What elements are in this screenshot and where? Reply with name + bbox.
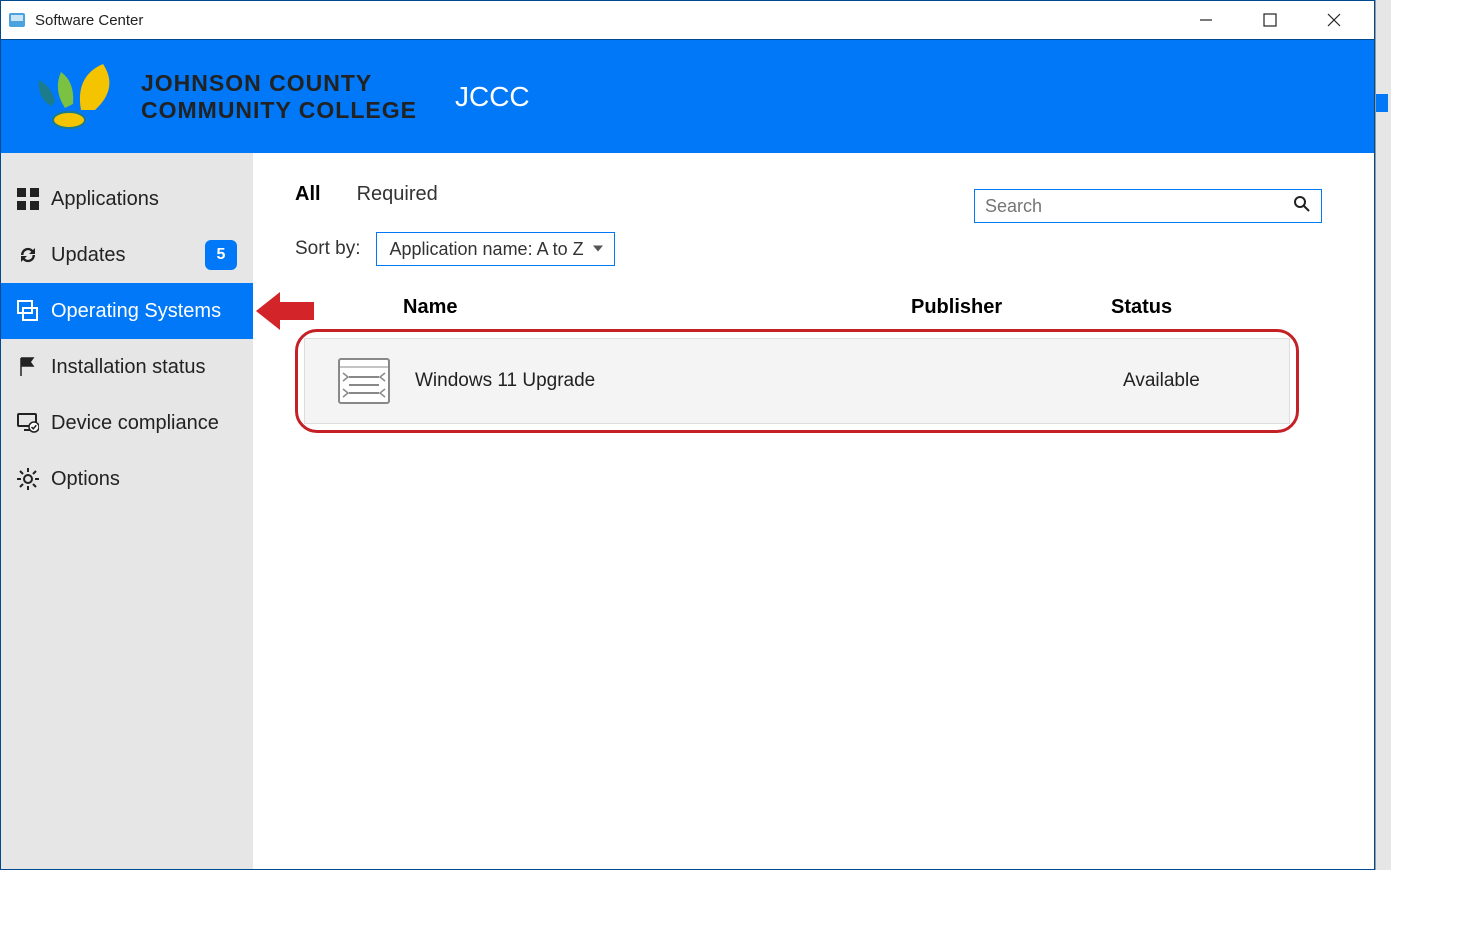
column-name: Name — [403, 296, 911, 319]
os-stack-icon — [17, 300, 39, 322]
column-publisher: Publisher — [911, 296, 1111, 319]
row-status: Available — [1123, 370, 1263, 392]
gear-icon — [17, 468, 39, 490]
sidebar-item-options[interactable]: Options — [1, 451, 253, 507]
logo-text-main: JOHNSON COUNTY — [141, 70, 417, 97]
title-bar: Software Center — [1, 1, 1374, 40]
list-headers: Name Publisher Status — [295, 296, 1332, 329]
sort-dropdown[interactable]: Application name: A to Z — [376, 232, 614, 266]
column-status: Status — [1111, 296, 1231, 319]
minimize-button[interactable] — [1174, 1, 1238, 39]
flag-icon — [17, 356, 39, 378]
updates-badge: 5 — [205, 240, 237, 270]
sort-row: Sort by: Application name: A to Z — [295, 232, 1332, 266]
sidebar-item-device-compliance[interactable]: Device compliance — [1, 395, 253, 451]
task-sequence-icon — [335, 357, 393, 405]
tab-required[interactable]: Required — [357, 183, 438, 206]
search-icon — [1293, 195, 1311, 218]
sidebar-item-label: Operating Systems — [51, 300, 221, 323]
row-name: Windows 11 Upgrade — [415, 370, 923, 392]
window-title: Software Center — [35, 12, 1174, 29]
sidebar-item-updates[interactable]: Updates 5 — [1, 227, 253, 283]
banner: JOHNSON COUNTY COMMUNITY COLLEGE JCCC — [1, 40, 1374, 153]
chevron-down-icon — [592, 239, 604, 260]
sidebar-item-label: Installation status — [51, 356, 206, 379]
sidebar-item-label: Device compliance — [51, 412, 219, 435]
sort-dropdown-value: Application name: A to Z — [389, 239, 583, 260]
tab-all[interactable]: All — [295, 183, 321, 206]
list-row[interactable]: Windows 11 Upgrade Available — [304, 338, 1290, 424]
background-window-edge — [1375, 0, 1391, 870]
org-logo: JOHNSON COUNTY COMMUNITY COLLEGE — [31, 58, 417, 136]
main-content: All Required Sort by: Application name: … — [253, 153, 1374, 869]
background-window-sliver — [1376, 94, 1388, 112]
red-arrow-annotation — [256, 290, 314, 332]
search-box[interactable] — [974, 189, 1322, 223]
search-input[interactable] — [985, 196, 1293, 217]
window-controls — [1174, 1, 1366, 39]
sidebar-item-operating-systems[interactable]: Operating Systems — [1, 283, 253, 339]
leaf-logo-icon — [31, 58, 127, 136]
sidebar-item-label: Options — [51, 468, 120, 491]
logo-text-sub: COMMUNITY COLLEGE — [141, 97, 417, 124]
monitor-check-icon — [17, 412, 39, 434]
software-center-window: Software Center JOHNSON COUNTY CO — [0, 0, 1375, 870]
highlighted-row-annotation: Windows 11 Upgrade Available — [295, 329, 1299, 433]
refresh-icon — [17, 244, 39, 266]
close-button[interactable] — [1302, 1, 1366, 39]
sidebar-item-label: Applications — [51, 188, 159, 211]
sort-label: Sort by: — [295, 238, 360, 260]
maximize-button[interactable] — [1238, 1, 1302, 39]
sidebar-item-installation-status[interactable]: Installation status — [1, 339, 253, 395]
org-name: JCCC — [455, 81, 530, 113]
sidebar: Applications Updates 5 Operating Systems — [1, 153, 253, 869]
app-icon — [9, 11, 27, 29]
body-area: Applications Updates 5 Operating Systems — [1, 153, 1374, 869]
apps-grid-icon — [17, 188, 39, 210]
sidebar-item-label: Updates — [51, 244, 126, 267]
search-container — [974, 189, 1322, 223]
sidebar-item-applications[interactable]: Applications — [1, 171, 253, 227]
